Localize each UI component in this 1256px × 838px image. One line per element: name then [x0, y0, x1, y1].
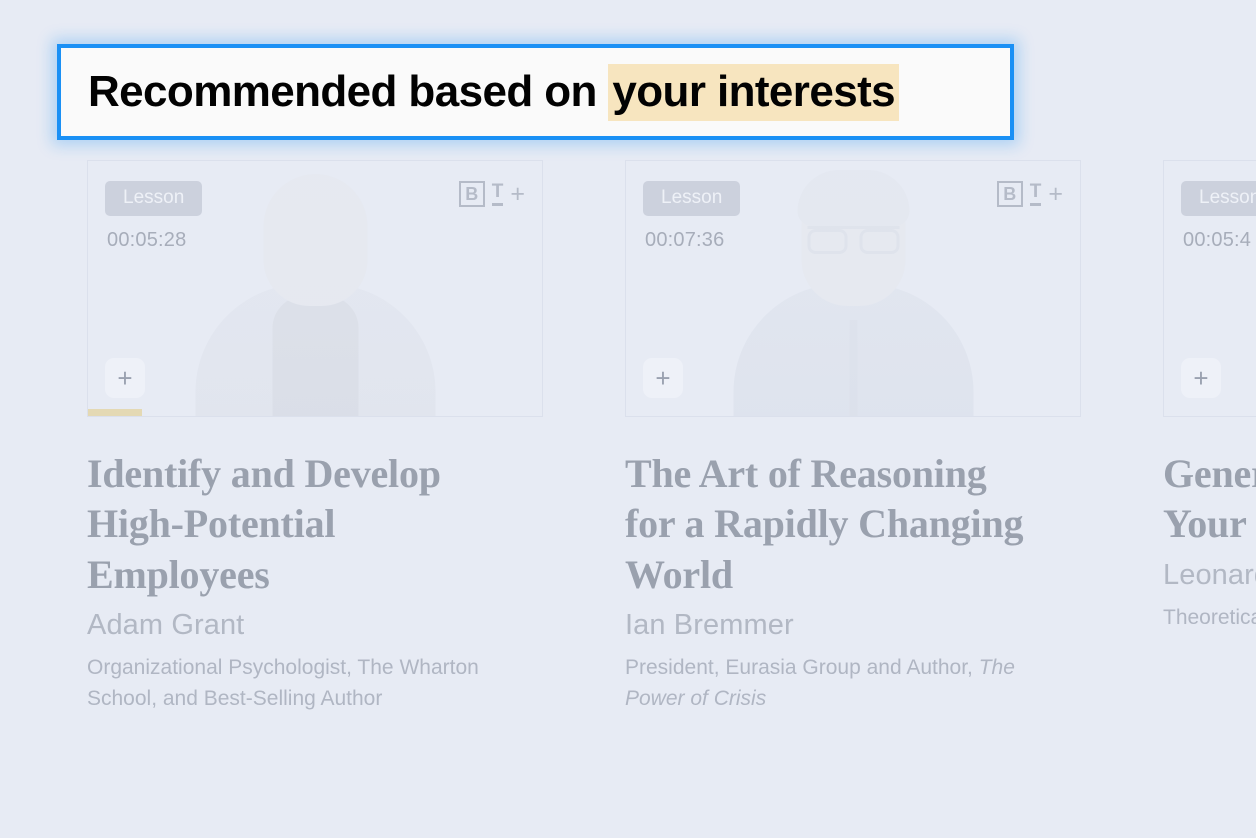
logo-t-icon: T — [1029, 182, 1042, 206]
progress-track — [1164, 409, 1256, 416]
logo-plus-icon: + — [1048, 179, 1063, 208]
lesson-card[interactable]: Lesson 00:07:36 B T + + The Art of Reaso… — [625, 160, 1081, 715]
speaker-portrait — [193, 168, 438, 416]
lesson-card[interactable]: Lesson 00:05:28 B T + + Identify and Dev… — [87, 160, 543, 715]
lesson-thumbnail[interactable]: Lesson 00:05:4 B T + + — [1163, 160, 1256, 417]
lesson-title[interactable]: Identify and Develop High-Potential Empl… — [87, 449, 487, 600]
role-text: Theoretical — [1163, 605, 1256, 629]
progress-track — [88, 409, 542, 416]
lesson-card[interactable]: Lesson 00:05:4 B T + + Generate Ideas Be… — [1163, 160, 1256, 715]
recommended-heading-banner: Recommended based on your interests — [57, 44, 1014, 140]
lesson-duration: 00:05:28 — [107, 229, 187, 251]
lesson-thumbnail[interactable]: Lesson 00:05:28 B T + + — [87, 160, 543, 417]
logo-t-icon: T — [491, 182, 504, 206]
lesson-card-body: Identify and Develop High-Potential Empl… — [87, 417, 543, 715]
logo-b-icon: B — [458, 181, 485, 207]
speaker-portrait — [731, 168, 976, 416]
lesson-thumbnail[interactable]: Lesson 00:07:36 B T + + — [625, 160, 1081, 417]
lesson-title[interactable]: The Art of Reasoning for a Rapidly Chang… — [625, 449, 1025, 600]
lesson-card-body: The Art of Reasoning for a Rapidly Chang… — [625, 417, 1081, 715]
lesson-card-body: Generate Ideas Beyond Your Filter Leonar… — [1163, 417, 1256, 633]
lesson-speaker: Adam Grant — [87, 609, 245, 642]
lesson-speaker-role: Organizational Psychologist, The Wharton… — [87, 652, 539, 715]
bigthink-plus-logo-icon: B T + — [996, 179, 1063, 208]
page-title-prefix: Recommended based on — [88, 67, 609, 116]
add-to-list-button[interactable]: + — [643, 358, 683, 398]
lesson-speaker-role: Theoretical — [1163, 602, 1256, 634]
lesson-type-badge: Lesson — [1181, 181, 1256, 216]
recommended-cards-row: Lesson 00:05:28 B T + + Identify and Dev… — [87, 160, 1256, 715]
logo-plus-icon: + — [510, 179, 525, 208]
lesson-type-badge: Lesson — [105, 181, 203, 216]
progress-fill — [88, 409, 143, 416]
lesson-type-badge: Lesson — [643, 181, 741, 216]
page-title-highlight: your interests — [608, 64, 899, 121]
bigthink-plus-logo-icon: B T + — [458, 179, 525, 208]
lesson-speaker: Ian Bremmer — [625, 609, 794, 642]
page-title: Recommended based on your interests — [88, 64, 899, 121]
add-to-list-button[interactable]: + — [105, 358, 145, 398]
lesson-speaker-role: President, Eurasia Group and Author, The… — [625, 652, 1077, 715]
lesson-duration: 00:07:36 — [645, 229, 725, 251]
add-to-list-button[interactable]: + — [1181, 358, 1221, 398]
lesson-speaker: Leonard — [1163, 558, 1256, 591]
progress-track — [626, 409, 1080, 416]
logo-b-icon: B — [996, 181, 1023, 207]
role-text: Organizational Psychologist, The Wharton… — [87, 655, 479, 711]
role-text: President, Eurasia Group and Author, — [625, 655, 979, 679]
lesson-duration: 00:05:4 — [1183, 229, 1252, 251]
lesson-title[interactable]: Generate Ideas Beyond Your Filter — [1163, 449, 1256, 550]
